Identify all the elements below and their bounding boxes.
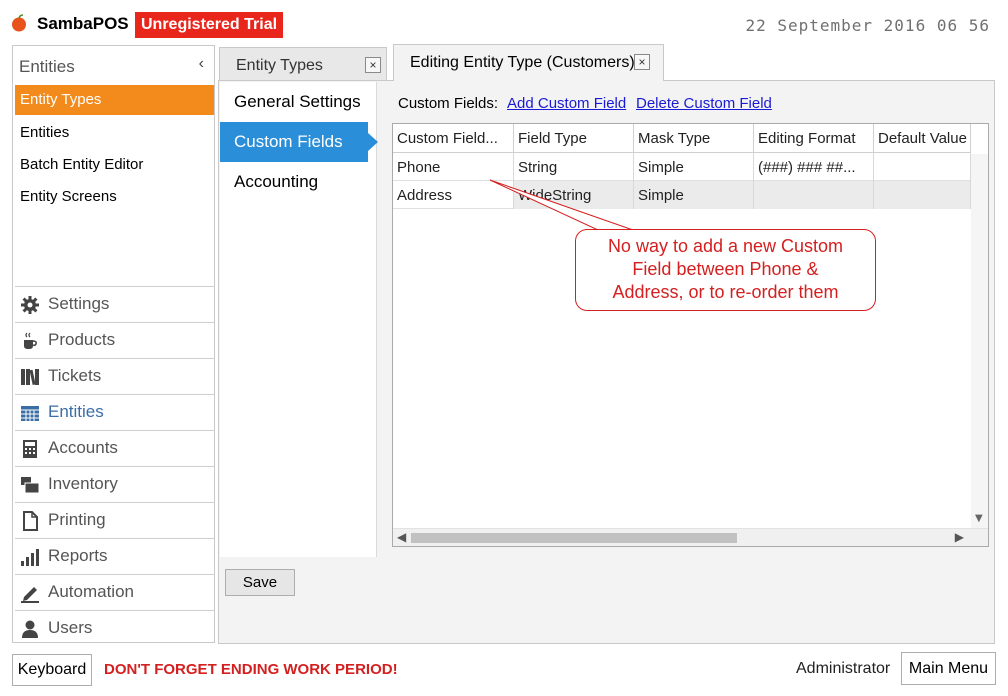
coffee-cup-icon [24, 332, 37, 349]
sidebar-section-label: Entities [19, 57, 75, 76]
inner-nav-accounting[interactable]: Accounting [220, 162, 377, 202]
app-name: SambaPOS [37, 14, 129, 33]
nav-accounts[interactable]: Accounts [15, 430, 214, 465]
scroll-right-icon[interactable]: ▶ [955, 530, 964, 544]
cell-default-value[interactable] [874, 153, 971, 181]
sidebar-item-batch-entity-editor[interactable]: Batch Entity Editor [15, 150, 214, 180]
cell-editing-format[interactable]: (###) ### ##... [754, 153, 874, 181]
nav-tickets[interactable]: Tickets [15, 358, 214, 393]
nav-label: Products [48, 330, 116, 349]
nav-label: Accounts [48, 438, 118, 457]
delete-custom-field-link[interactable]: Delete Custom Field [636, 95, 772, 112]
nav-label: Printing [48, 510, 106, 529]
selection-arrow-icon [368, 133, 378, 151]
vertical-scrollbar[interactable]: ▼ [971, 154, 988, 528]
tab-label: Entity Types [236, 57, 323, 74]
nav-entities[interactable]: Entities [15, 394, 214, 429]
nav-products[interactable]: Products [15, 322, 214, 357]
collapse-icon[interactable]: ‹ [199, 55, 204, 73]
custom-fields-label: Custom Fields: [398, 95, 499, 112]
apple-logo-icon [12, 14, 26, 32]
column-header-custom-field[interactable]: Custom Field... [393, 124, 514, 153]
nav-users[interactable]: Users [15, 610, 214, 645]
bar-chart-icon [21, 549, 39, 566]
nav-printing[interactable]: Printing [15, 502, 214, 537]
nav-label: Entities [48, 402, 104, 421]
app-header: SambaPOS Unregistered Trial 22 September… [0, 0, 1008, 44]
horizontal-scrollbar[interactable]: ◀ ▶ [393, 528, 988, 546]
inner-nav-label: Accounting [234, 172, 319, 191]
add-custom-field-link[interactable]: Add Custom Field [507, 95, 626, 112]
books-icon [21, 369, 39, 386]
close-icon[interactable]: × [365, 57, 381, 73]
calculator-icon [23, 440, 37, 458]
cell-custom-field[interactable]: Phone [393, 153, 514, 181]
table-icon [21, 406, 39, 421]
main-menu-button[interactable]: Main Menu [901, 652, 996, 685]
inventory-icon [21, 477, 40, 494]
sidebar-item-label: Entity Types [20, 91, 102, 108]
document-icon [23, 511, 38, 531]
custom-fields-grid: Custom Field... Field Type Mask Type Edi… [392, 123, 989, 547]
sidebar-item-entity-screens[interactable]: Entity Screens [15, 182, 214, 212]
nav-settings[interactable]: Settings [15, 286, 214, 321]
sidebar: Entities ‹ Entity Types Entities Batch E… [12, 45, 215, 643]
inner-nav-label: General Settings [234, 92, 361, 111]
gear-icon [21, 296, 39, 314]
close-icon[interactable]: × [634, 54, 650, 70]
nav-label: Tickets [48, 366, 102, 385]
column-header-field-type[interactable]: Field Type [514, 124, 634, 153]
pen-icon [21, 587, 39, 603]
scroll-down-icon[interactable]: ▼ [975, 513, 983, 524]
nav-automation[interactable]: Automation [15, 574, 214, 609]
nav-label: Automation [48, 582, 134, 601]
save-button[interactable]: Save [225, 569, 295, 596]
annotation-line: No way to add a new Custom [607, 236, 844, 256]
scroll-left-icon[interactable]: ◀ [397, 530, 406, 544]
work-period-warning: DON'T FORGET ENDING WORK PERIOD! [104, 661, 398, 678]
nav-label: Settings [48, 294, 110, 313]
nav-reports[interactable]: Reports [15, 538, 214, 573]
annotation-line: Field between Phone & [632, 259, 819, 279]
inner-nav-general-settings[interactable]: General Settings [220, 82, 377, 122]
grid-header: Custom Field... Field Type Mask Type Edi… [393, 124, 971, 153]
cell-mask-type[interactable]: Simple [634, 181, 754, 209]
tab-entity-types[interactable]: Entity Types × [219, 47, 387, 80]
current-user-label: Administrator [796, 660, 891, 677]
cell-default-value[interactable] [874, 181, 971, 209]
nav-label: Reports [48, 546, 108, 565]
trial-badge: Unregistered Trial [135, 12, 284, 38]
tab-label: Editing Entity Type (Customers) [410, 54, 635, 71]
nav-inventory[interactable]: Inventory [15, 466, 214, 501]
inner-nav-custom-fields[interactable]: Custom Fields [220, 122, 378, 162]
sidebar-item-label: Batch Entity Editor [20, 156, 144, 173]
nav-label: Inventory [48, 474, 118, 493]
table-row[interactable]: Address WideString Simple [393, 181, 971, 209]
entity-type-settings-nav: General Settings Custom Fields Accountin… [220, 82, 378, 557]
table-row[interactable]: Phone String Simple (###) ### ##... [393, 153, 971, 181]
annotation-line: Address, or to re-order them [612, 282, 839, 302]
column-header-mask-type[interactable]: Mask Type [634, 124, 754, 153]
tab-editing-entity-type[interactable]: Editing Entity Type (Customers) × [393, 44, 664, 81]
sidebar-item-label: Entity Screens [20, 188, 117, 205]
annotation-callout: No way to add a new Custom Field between… [575, 229, 876, 311]
column-header-default-value[interactable]: Default Value [874, 124, 971, 153]
cell-field-type[interactable]: String [514, 153, 634, 181]
cell-mask-type[interactable]: Simple [634, 153, 754, 181]
cell-custom-field[interactable]: Address [393, 181, 514, 209]
sidebar-item-label: Entities [20, 124, 70, 141]
user-icon [22, 620, 38, 638]
cell-editing-format[interactable] [754, 181, 874, 209]
sidebar-section-title: Entities ‹ [13, 46, 214, 84]
keyboard-button[interactable]: Keyboard [12, 654, 92, 686]
horizontal-scroll-thumb[interactable] [411, 533, 737, 543]
datetime-display: 22 September 2016 06 56 [745, 16, 990, 35]
column-header-editing-format[interactable]: Editing Format [754, 124, 874, 153]
cell-field-type[interactable]: WideString [514, 181, 634, 209]
nav-label: Users [48, 618, 93, 637]
sidebar-item-entities[interactable]: Entities [15, 118, 214, 148]
sidebar-item-entity-types[interactable]: Entity Types [15, 85, 214, 115]
inner-nav-label: Custom Fields [234, 132, 343, 151]
